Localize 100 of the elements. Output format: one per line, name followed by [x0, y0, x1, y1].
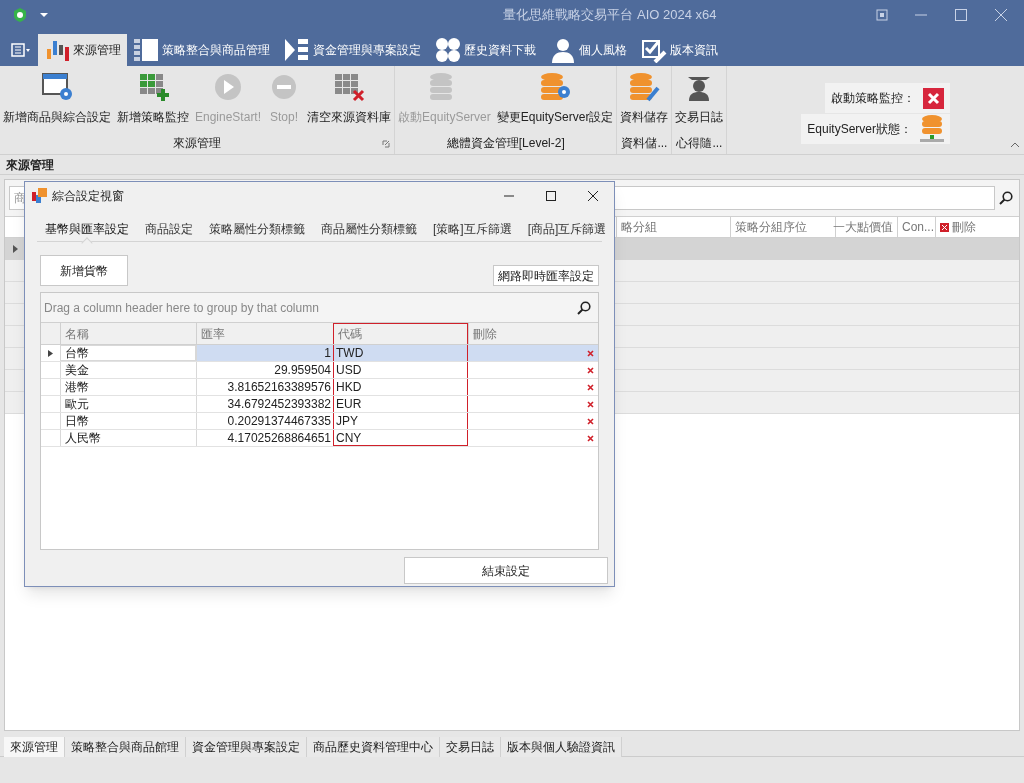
ribbon-button[interactable]: 新增商品與綜合設定 — [0, 72, 114, 132]
dropdown-caret-icon[interactable] — [40, 12, 48, 18]
maximize-icon[interactable] — [545, 190, 557, 202]
database-gear-icon — [538, 72, 573, 102]
ribbon-tab[interactable]: 個人風格 — [544, 34, 633, 66]
column-header[interactable]: 刪除 — [468, 323, 598, 344]
delete-icon[interactable] — [587, 400, 594, 408]
ribbon-button[interactable]: 資料儲存 — [617, 72, 672, 132]
dialog-title: 綜合設定視窗 — [52, 188, 124, 205]
column-header[interactable]: 匯率 — [196, 323, 333, 344]
ribbon-button[interactable]: 清空來源資料庫 — [304, 72, 395, 132]
document-tab[interactable]: 資金管理與專案設定 — [186, 737, 307, 757]
currency-row[interactable]: 港幣 3.81652163389576 HKD — [41, 379, 598, 396]
delete-icon[interactable] — [587, 383, 594, 391]
ribbon-group-label: 心得隨... — [676, 135, 723, 152]
group-panel-hint: Drag a column header here to group by that column — [44, 299, 320, 317]
table-cell: 29.959504 — [196, 362, 333, 378]
restore-icon[interactable] — [876, 9, 888, 21]
delete-icon[interactable] — [587, 349, 594, 357]
currency-row[interactable]: 歐元 34.6792452393382 EUR — [41, 396, 598, 413]
grid-icon — [133, 37, 159, 63]
ribbon-group-label: 來源管理 — [173, 135, 221, 152]
table-cell: 美金 — [60, 362, 196, 378]
table-cell: TWD — [333, 345, 468, 361]
column-header[interactable]: 策略分組序位 — [730, 217, 835, 237]
search-icon[interactable] — [577, 300, 591, 315]
status-label: 啟動策略監控： — [831, 90, 915, 107]
table-cell: 歐元 — [60, 396, 196, 412]
column-header[interactable]: 刪除 — [935, 217, 1019, 237]
add-currency-button[interactable]: 新增貨幣 — [40, 255, 128, 286]
window-title: 量化思維戰略交易平台 AIO 2024 x64 — [502, 6, 718, 25]
ribbon-button[interactable]: 變更EquityServer設定 — [493, 72, 617, 132]
document-tab[interactable]: 來源管理 — [4, 737, 65, 757]
currency-row[interactable]: 日幣 0.20291374467335 JPY — [41, 413, 598, 430]
app-logo-icon — [12, 7, 28, 23]
row-indicator-icon — [48, 349, 53, 357]
currency-row[interactable]: 台幣 1 TWD — [41, 345, 598, 362]
currency-row[interactable]: 人民幣 4.17025268864651 CNY — [41, 430, 598, 447]
column-header[interactable]: Con... — [897, 217, 935, 237]
flow-diagram-icon — [284, 37, 310, 63]
finish-settings-button[interactable]: 結束設定 — [404, 557, 608, 584]
grid-delete-icon — [332, 72, 367, 102]
ribbon-tab[interactable]: 策略整合與商品管理 — [127, 34, 276, 66]
table-cell: 日幣 — [60, 413, 196, 429]
table-cell: 0.20291374467335 — [196, 413, 333, 429]
close-status-icon — [923, 87, 944, 109]
column-header[interactable]: 名稱 — [60, 323, 196, 344]
dialog-launcher-icon[interactable] — [382, 140, 391, 148]
settings-tab[interactable]: [策略]互斥篩選 — [425, 216, 520, 242]
table-cell: EUR — [333, 396, 468, 412]
table-cell: 34.6792452393382 — [196, 396, 333, 412]
ribbon-group-label: 資料儲... — [621, 135, 668, 152]
expand-arrow-icon[interactable] — [13, 245, 19, 253]
table-cell: 人民幣 — [60, 430, 196, 446]
table-cell: 3.81652163389576 — [196, 379, 333, 395]
ribbon-button[interactable]: 新增策略監控 — [114, 72, 192, 132]
ribbon-tab[interactable]: 資金管理與專案設定 — [278, 34, 427, 66]
circles-icon — [435, 37, 461, 63]
collapse-ribbon-icon[interactable] — [1010, 142, 1020, 148]
document-tab[interactable]: 交易日誌 — [440, 737, 501, 757]
table-cell: CNY — [333, 430, 468, 446]
settings-tab[interactable]: 商品設定 — [137, 216, 201, 242]
database-pencil-icon — [627, 72, 662, 102]
checkbox-pencil-icon — [641, 37, 667, 63]
document-tab[interactable]: 策略整合與商品館理 — [65, 737, 186, 757]
delete-icon[interactable] — [587, 417, 594, 425]
currency-row[interactable]: 美金 29.959504 USD — [41, 362, 598, 379]
panel-title: 來源管理 — [6, 156, 54, 174]
table-cell: 1 — [196, 345, 333, 361]
ribbon-button[interactable]: 交易日誌 — [672, 72, 727, 132]
person-icon — [550, 37, 576, 63]
table-cell: 港幣 — [60, 379, 196, 395]
column-header[interactable]: 代碼 — [333, 323, 468, 344]
settings-tab[interactable]: [商品]互斥篩選 — [519, 216, 615, 242]
close-icon[interactable] — [587, 190, 599, 202]
ribbon-tab[interactable]: 版本資訊 — [635, 34, 724, 66]
table-cell: JPY — [333, 413, 468, 429]
document-tab[interactable]: 版本與個人驗證資訊 — [501, 737, 622, 757]
menu-icon — [11, 43, 31, 57]
search-icon[interactable] — [999, 191, 1013, 205]
delete-icon — [940, 222, 949, 232]
delete-icon[interactable] — [587, 366, 594, 374]
column-header[interactable]: 略分組 — [616, 217, 730, 237]
document-tab[interactable]: 商品歷史資料管理中心 — [307, 737, 440, 757]
ribbon-tab[interactable]: 歷史資料下載 — [429, 34, 542, 66]
table-cell: 4.17025268864651 — [196, 430, 333, 446]
ribbon-tab[interactable]: 來源管理 — [38, 34, 127, 66]
database-status-icon — [920, 115, 944, 143]
ribbon-group-label: 總體資金管理[Level-2] — [446, 135, 565, 152]
settings-tab[interactable]: 商品屬性分類標籤 — [313, 216, 425, 242]
delete-icon[interactable] — [587, 434, 594, 442]
column-header[interactable]: 一大點價值 — [835, 217, 897, 237]
online-rate-settings-button[interactable]: 網路即時匯率設定 — [493, 265, 599, 286]
table-cell: HKD — [333, 379, 468, 395]
settings-tab[interactable]: 基幣與匯率設定 — [37, 216, 137, 242]
table-cell: 台幣 — [60, 345, 196, 361]
status-label: EquityServer狀態： — [807, 121, 912, 138]
settings-tab[interactable]: 策略屬性分類標籤 — [201, 216, 313, 242]
window-gear-icon — [40, 72, 74, 102]
table-cell: USD — [333, 362, 468, 378]
